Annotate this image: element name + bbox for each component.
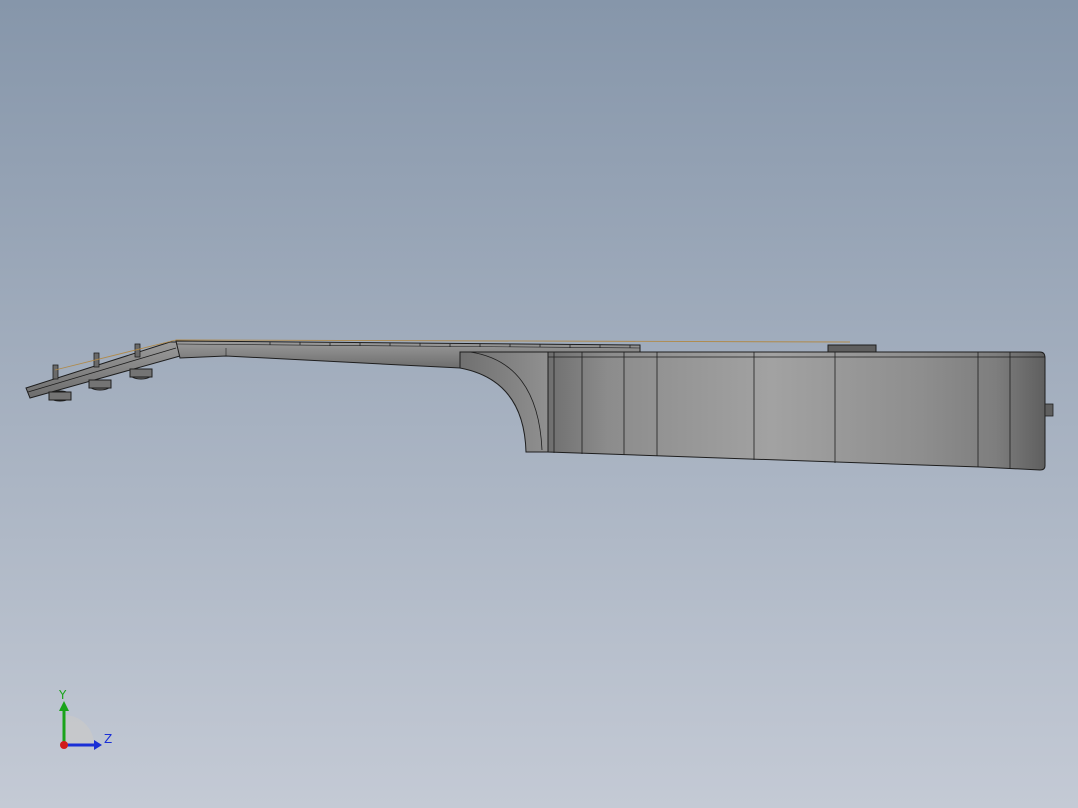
y-axis-arrow <box>59 701 69 711</box>
end-pin <box>1044 403 1054 417</box>
z-axis-arrow <box>94 740 102 750</box>
x-axis-dot <box>60 741 68 749</box>
bridge <box>827 344 877 353</box>
z-axis-label: Z <box>104 732 112 746</box>
guitar-model[interactable] <box>0 0 1078 808</box>
graphics-viewport[interactable]: Y Z <box>0 0 1078 808</box>
view-orientation-triad: Y Z <box>58 688 112 750</box>
y-axis-label: Y <box>58 688 67 702</box>
neck-heel <box>459 351 549 453</box>
guitar-body <box>547 344 1054 471</box>
headstock <box>25 341 181 402</box>
